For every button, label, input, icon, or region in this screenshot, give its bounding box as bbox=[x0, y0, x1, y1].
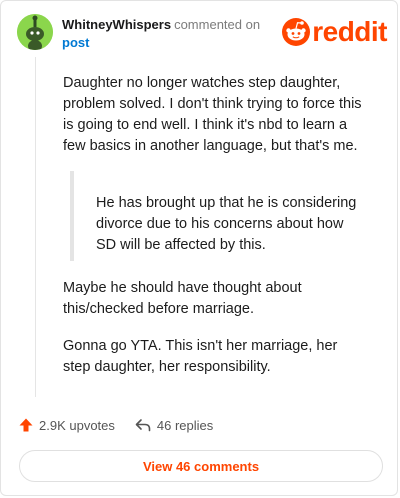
post-link[interactable]: post bbox=[62, 34, 260, 52]
comment-action-text: commented on bbox=[174, 17, 261, 32]
thread-line[interactable] bbox=[35, 57, 36, 397]
comment-header: WhitneyWhispers commented on post reddit bbox=[17, 14, 387, 54]
reddit-snoo-icon bbox=[282, 18, 311, 46]
comment-paragraph: Gonna go YTA. This isn't her marriage, h… bbox=[63, 338, 338, 375]
comment-paragraph: Maybe he should have thought about this/… bbox=[63, 280, 302, 317]
upvote-arrow-icon bbox=[19, 418, 33, 432]
reply-label: 46 replies bbox=[156, 417, 214, 433]
upvote-label: 2.9K upvotes bbox=[39, 417, 115, 433]
reddit-logo[interactable]: reddit bbox=[282, 16, 387, 47]
comment-paragraph: Daughter no longer watches step daughter… bbox=[63, 75, 362, 154]
reply-arrow-icon bbox=[135, 419, 151, 432]
comment-card: WhitneyWhispers commented on post reddit … bbox=[0, 0, 398, 496]
quote-text: He has brought up that he is considering… bbox=[96, 195, 357, 253]
username[interactable]: WhitneyWhispers bbox=[62, 17, 171, 32]
blockquote: He has brought up that he is considering… bbox=[70, 171, 360, 261]
snoo-avatar-icon bbox=[17, 14, 53, 50]
reddit-wordmark: reddit bbox=[312, 16, 387, 47]
reply-count[interactable]: 46 replies bbox=[135, 418, 213, 433]
comment-stats: 2.9K upvotes 46 replies bbox=[19, 415, 213, 435]
view-comments-button[interactable]: View 46 comments bbox=[19, 450, 383, 482]
comment-meta: WhitneyWhispers commented on post bbox=[62, 16, 260, 52]
avatar[interactable] bbox=[17, 14, 53, 50]
upvote-count[interactable]: 2.9K upvotes bbox=[19, 418, 115, 433]
